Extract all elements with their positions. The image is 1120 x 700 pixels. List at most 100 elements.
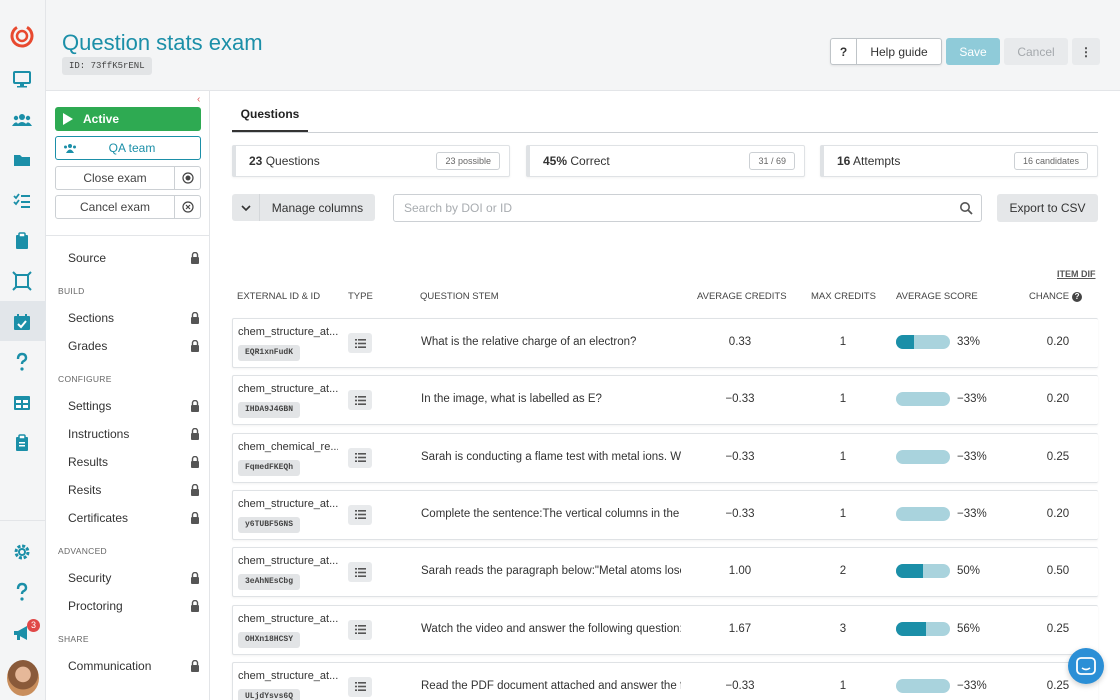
user-avatar[interactable] xyxy=(7,660,39,696)
cancel-exam-button[interactable]: Cancel exam xyxy=(55,195,201,219)
sidebar-item-results[interactable]: Results xyxy=(68,452,200,472)
logo-icon[interactable] xyxy=(10,24,34,48)
question-id-badge: IHDA9J4GBN xyxy=(238,402,301,419)
folder-icon[interactable] xyxy=(11,149,33,171)
search-icon[interactable] xyxy=(959,201,973,220)
stop-circle-icon xyxy=(174,167,200,189)
table-row[interactable]: chem_structure_at... 3eAhNEsCbg Sarah read… xyxy=(232,547,1098,598)
exam-id-badge: ID: 73ffK5rENL xyxy=(62,57,152,75)
frame-icon[interactable] xyxy=(11,270,33,292)
column-header-avg-credits[interactable]: AVERAGE CREDITS xyxy=(697,291,787,302)
chance-value: 0.20 xyxy=(1046,393,1070,406)
column-header-ext-id[interactable]: EXTERNAL ID & ID xyxy=(237,291,320,302)
sidebar-item-settings[interactable]: Settings xyxy=(68,396,200,416)
help-icon[interactable] xyxy=(11,351,33,373)
calendar-check-icon[interactable] xyxy=(11,311,33,333)
max-credits: 1 xyxy=(839,679,847,692)
page-title: Question stats exam xyxy=(62,30,263,55)
chevron-down-icon xyxy=(232,194,260,221)
cancel-button[interactable]: Cancel xyxy=(1004,38,1068,65)
question-stem[interactable]: Sarah is conducting a flame test with me… xyxy=(421,451,681,463)
average-credits: 1.00 xyxy=(728,565,752,578)
sidebar-item-source[interactable]: Source xyxy=(68,248,200,268)
exam-status-button[interactable]: Active xyxy=(55,107,201,131)
stat-pill: 23 possible xyxy=(436,152,500,170)
sidebar-item-instructions[interactable]: Instructions xyxy=(68,424,200,444)
table-row[interactable]: chem_structure_at... OHXn18HCSY Watch the … xyxy=(232,604,1098,655)
monitor-icon[interactable] xyxy=(11,68,33,90)
chat-launcher-button[interactable] xyxy=(1068,648,1104,684)
checklist-icon[interactable] xyxy=(11,190,33,212)
table-row[interactable]: chem_chemical_re... FqmedFKEQh Sarah is co… xyxy=(232,432,1098,483)
team-button[interactable]: QA team xyxy=(55,136,201,160)
external-id: chem_structure_at... xyxy=(238,497,338,510)
chat-icon xyxy=(1076,657,1096,675)
question-stem[interactable]: Sarah reads the paragraph below:"Metal a… xyxy=(421,565,681,577)
lock-icon xyxy=(191,600,199,612)
close-exam-button[interactable]: Close exam xyxy=(55,166,201,190)
question-id-badge: OHXn18HCSY xyxy=(238,631,301,648)
lock-icon xyxy=(191,484,199,496)
settings-icon[interactable] xyxy=(11,541,33,563)
table-icon[interactable] xyxy=(11,392,33,414)
save-button[interactable]: Save xyxy=(946,38,1000,65)
column-header-type[interactable]: TYPE xyxy=(348,291,373,302)
clipboard-icon[interactable] xyxy=(11,230,33,252)
column-header-max-credits[interactable]: MAX CREDITS xyxy=(811,291,876,302)
more-options-button[interactable]: ⋮ xyxy=(1072,38,1100,65)
lock-icon xyxy=(191,572,199,584)
item-difficulty-header[interactable]: ITEM DIF xyxy=(1057,269,1096,279)
chance-value: 0.50 xyxy=(1046,565,1070,578)
sidebar-item-sections[interactable]: Sections xyxy=(68,308,200,328)
stat-text: 23 Questions xyxy=(249,154,320,168)
sidebar-item-label: Instructions xyxy=(68,427,130,441)
question-stem[interactable]: Read the PDF document attached and answe… xyxy=(421,680,681,692)
column-header-chance[interactable]: CHANCE? xyxy=(1029,291,1083,302)
sidebar-item-label: Communication xyxy=(68,659,152,673)
export-csv-button[interactable]: Export to CSV xyxy=(997,194,1098,222)
average-score-bar xyxy=(896,449,950,464)
lock-icon xyxy=(191,660,199,672)
sidebar-item-resits[interactable]: Resits xyxy=(68,480,200,500)
manage-columns-button[interactable]: Manage columns xyxy=(232,194,375,221)
lock-icon xyxy=(191,512,199,524)
table-row[interactable]: chem_structure_at... IHDA9J4GBN In the ima… xyxy=(232,375,1098,426)
search-input[interactable] xyxy=(404,195,944,221)
question-stem[interactable]: Watch the video and answer the following… xyxy=(421,623,681,635)
average-score-bar xyxy=(896,678,950,693)
average-score-bar xyxy=(896,621,950,636)
tab-questions[interactable]: Questions xyxy=(232,107,308,132)
average-score-value: 56% xyxy=(957,622,981,635)
table-row[interactable]: chem_structure_at... EQR1xnFudK What is th… xyxy=(232,318,1098,368)
page-header: Question stats exam ID: 73ffK5rENL ? Hel… xyxy=(46,0,1120,91)
info-icon[interactable]: ? xyxy=(1072,291,1083,302)
max-credits: 1 xyxy=(839,507,847,520)
table-row[interactable]: chem_structure_at... y6TUBF5GNS Complete t… xyxy=(232,489,1098,540)
chance-value: 0.25 xyxy=(1046,622,1070,635)
sidebar-item-proctoring[interactable]: Proctoring xyxy=(68,596,200,616)
sidebar-item-security[interactable]: Security xyxy=(68,568,200,588)
average-score-fill xyxy=(896,564,923,579)
stat-text: 16 Attempts xyxy=(837,154,901,168)
sidebar-item-certificates[interactable]: Certificates xyxy=(68,508,200,528)
chance-value: 0.25 xyxy=(1046,450,1070,463)
column-header-avg-score[interactable]: AVERAGE SCORE xyxy=(896,291,978,302)
chance-value: 0.20 xyxy=(1046,507,1070,520)
sidebar-item-communication[interactable]: Communication xyxy=(68,656,200,676)
users-icon[interactable] xyxy=(11,109,33,131)
question-stem[interactable]: Complete the sentence:The vertical colum… xyxy=(421,508,681,520)
x-circle-icon xyxy=(174,196,200,218)
list-type-icon xyxy=(348,333,372,353)
team-label: QA team xyxy=(108,141,156,155)
help-guide-button[interactable]: ? Help guide xyxy=(830,38,942,65)
clipboard-list-icon[interactable] xyxy=(11,432,33,454)
support-help-icon[interactable] xyxy=(11,581,33,603)
collapse-sidebar-icon[interactable]: ‹ xyxy=(197,94,200,105)
column-header-stem[interactable]: QUESTION STEM xyxy=(420,291,499,302)
table-row[interactable]: chem_structure_at... ULjdYsvs6Q Read the P… xyxy=(232,661,1098,700)
close-exam-label: Close exam xyxy=(83,171,147,185)
question-stem[interactable]: In the image, what is labelled as E? xyxy=(421,393,681,405)
lock-icon xyxy=(191,428,199,440)
question-stem[interactable]: What is the relative charge of an electr… xyxy=(421,336,681,348)
sidebar-item-grades[interactable]: Grades xyxy=(68,336,200,356)
